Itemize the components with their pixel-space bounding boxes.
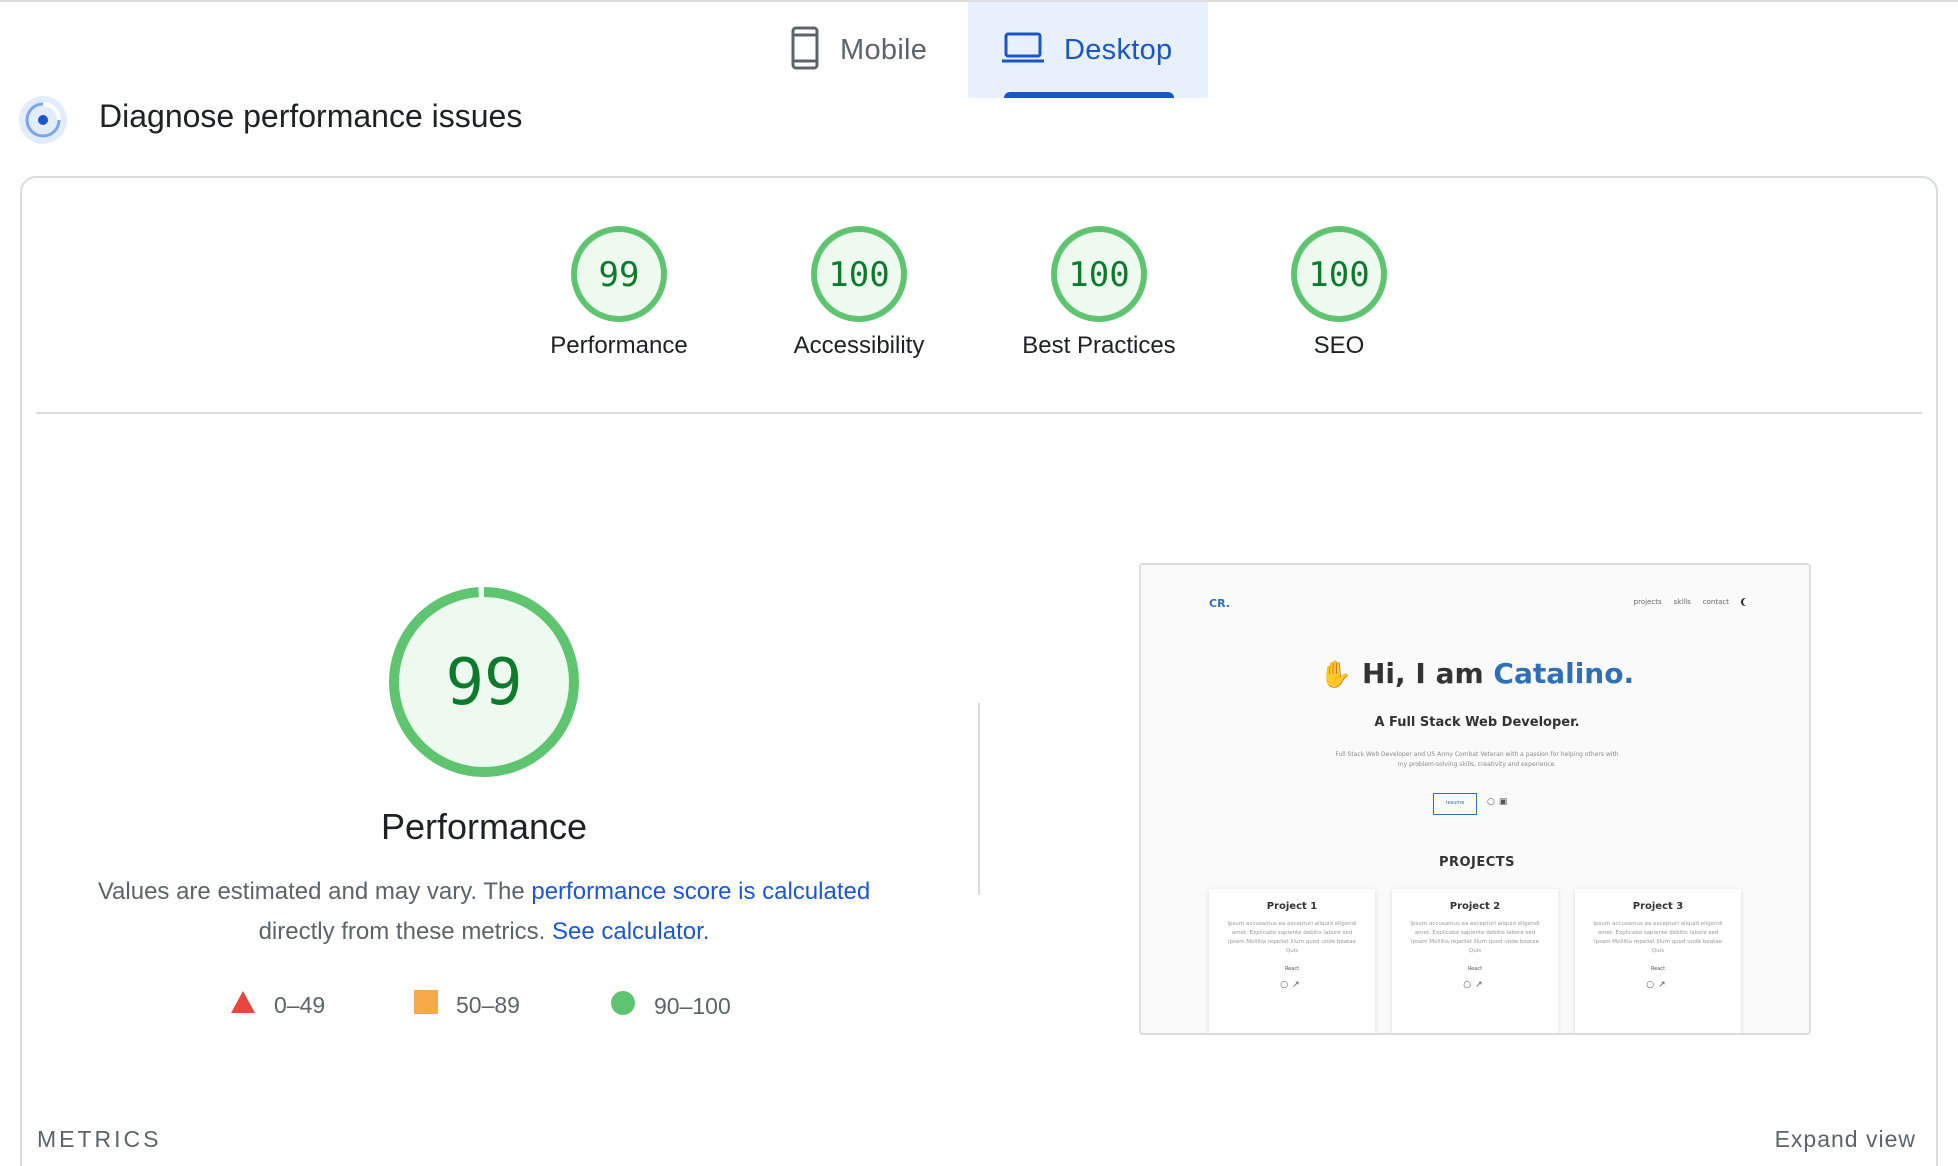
- preview-project-title: Project 1: [1266, 901, 1318, 912]
- legend-average: 50–89: [414, 990, 520, 1020]
- score-label: Best Practices: [1022, 332, 1176, 359]
- page-screenshot-preview[interactable]: CR. projects skills contact ✋ Hi, I am C…: [1139, 563, 1811, 1035]
- preview-project-stack: React: [1650, 966, 1666, 972]
- legend-range: 50–89: [456, 991, 520, 1018]
- see-calculator-link[interactable]: See calculator.: [552, 918, 709, 945]
- preview-project-links: ○↗: [1209, 980, 1375, 990]
- moon-icon: [1741, 598, 1749, 606]
- preview-social-icons: ○▣: [1487, 797, 1511, 807]
- page-title: Diagnose performance issues: [99, 98, 523, 134]
- score-value: 100: [828, 255, 889, 295]
- preview-nav: projects skills contact: [1634, 598, 1749, 606]
- tab-desktop[interactable]: Desktop: [968, 2, 1208, 98]
- preview-project-card: Project 2 Ipsum accusamus ea excepturi a…: [1392, 889, 1558, 1033]
- preview-project-text: Ipsum accusamus ea excepturi aliquid eli…: [1410, 921, 1540, 954]
- preview-project-text: Ipsum accusamus ea excepturi aliquid eli…: [1227, 921, 1357, 954]
- section-divider: [36, 412, 1922, 414]
- preview-hero: ✋ Hi, I am Catalino.: [1141, 657, 1809, 690]
- tab-desktop-label: Desktop: [1064, 33, 1173, 66]
- expand-view-button[interactable]: Expand view: [1775, 1126, 1916, 1153]
- legend-fail: 0–49: [230, 990, 325, 1020]
- preview-project-links: ○↗: [1392, 980, 1558, 990]
- gauge-icon: [18, 95, 68, 145]
- preview-nav-item: projects: [1633, 598, 1662, 606]
- desc-text: directly from these metrics.: [258, 918, 552, 945]
- score-value: 100: [1068, 255, 1129, 295]
- laptop-icon: [1002, 31, 1044, 70]
- legend-range: 90–100: [654, 992, 731, 1019]
- score-gauge-accessibility[interactable]: 100 Accessibility: [739, 224, 979, 360]
- preview-description: Full Stack Web Developer and US Army Com…: [1335, 751, 1619, 768]
- legend-range: 0–49: [274, 991, 326, 1018]
- github-icon: ○: [1463, 980, 1476, 990]
- square-icon: [414, 990, 438, 1020]
- preview-subtitle: A Full Stack Web Developer.: [1374, 715, 1580, 730]
- metrics-heading: METRICS: [37, 1126, 162, 1152]
- preview-hero-name: Catalino.: [1493, 657, 1635, 690]
- performance-gauge: 99: [384, 582, 584, 782]
- preview-hero-text: Hi, I am: [1361, 657, 1494, 690]
- preview-resume-button: resume: [1433, 793, 1477, 815]
- performance-title: Performance: [380, 806, 588, 847]
- score-value: 100: [1308, 255, 1369, 295]
- preview-nav-item: skills: [1673, 598, 1691, 606]
- preview-project-links: ○↗: [1575, 980, 1741, 990]
- linkedin-icon: ▣: [1498, 797, 1512, 807]
- performance-score-link[interactable]: performance score is calculated: [531, 878, 870, 905]
- preview-project-stack: React: [1284, 966, 1300, 972]
- legend-pass: 90–100: [610, 990, 731, 1022]
- triangle-icon: [230, 990, 256, 1020]
- preview-project-title: Project 3: [1632, 901, 1684, 912]
- vertical-divider: [978, 703, 980, 895]
- waving-hand-icon: ✋: [1319, 660, 1353, 690]
- tab-active-indicator: [1004, 92, 1174, 98]
- preview-project-title: Project 2: [1449, 901, 1501, 912]
- score-gauge-best-practices[interactable]: 100 Best Practices: [979, 224, 1219, 360]
- github-icon: ○: [1487, 797, 1499, 807]
- preview-project-text: Ipsum accusamus ea excepturi aliquid eli…: [1593, 921, 1723, 954]
- device-tabs: Mobile Desktop: [0, 2, 1958, 98]
- score-gauge-performance[interactable]: 99 Performance: [499, 224, 739, 360]
- preview-projects-heading: PROJECTS: [1438, 855, 1516, 870]
- preview-project-stack: React: [1467, 966, 1483, 972]
- tab-mobile-label: Mobile: [840, 33, 928, 66]
- external-link-icon: ↗: [1292, 980, 1304, 990]
- external-link-icon: ↗: [1475, 980, 1487, 990]
- score-label: SEO: [1313, 332, 1365, 359]
- tab-mobile[interactable]: Mobile: [770, 2, 968, 98]
- performance-description: Values are estimated and may vary. The p…: [68, 872, 900, 952]
- external-link-icon: ↗: [1658, 980, 1670, 990]
- preview-project-card: Project 3 Ipsum accusamus ea excepturi a…: [1575, 889, 1741, 1033]
- mobile-phone-icon: [790, 25, 820, 76]
- circle-icon: [610, 990, 636, 1022]
- score-label: Accessibility: [793, 332, 925, 359]
- github-icon: ○: [1646, 980, 1659, 990]
- performance-score: 99: [445, 646, 522, 720]
- desc-text: Values are estimated and may vary. The: [97, 878, 532, 905]
- score-label: Performance: [550, 332, 688, 359]
- preview-project-card: Project 1 Ipsum accusamus ea excepturi a…: [1209, 889, 1375, 1033]
- preview-logo: CR.: [1209, 597, 1230, 610]
- preview-nav-item: contact: [1702, 598, 1729, 606]
- score-value: 99: [599, 255, 640, 295]
- github-icon: ○: [1280, 980, 1293, 990]
- score-gauge-seo[interactable]: 100 SEO: [1219, 224, 1459, 360]
